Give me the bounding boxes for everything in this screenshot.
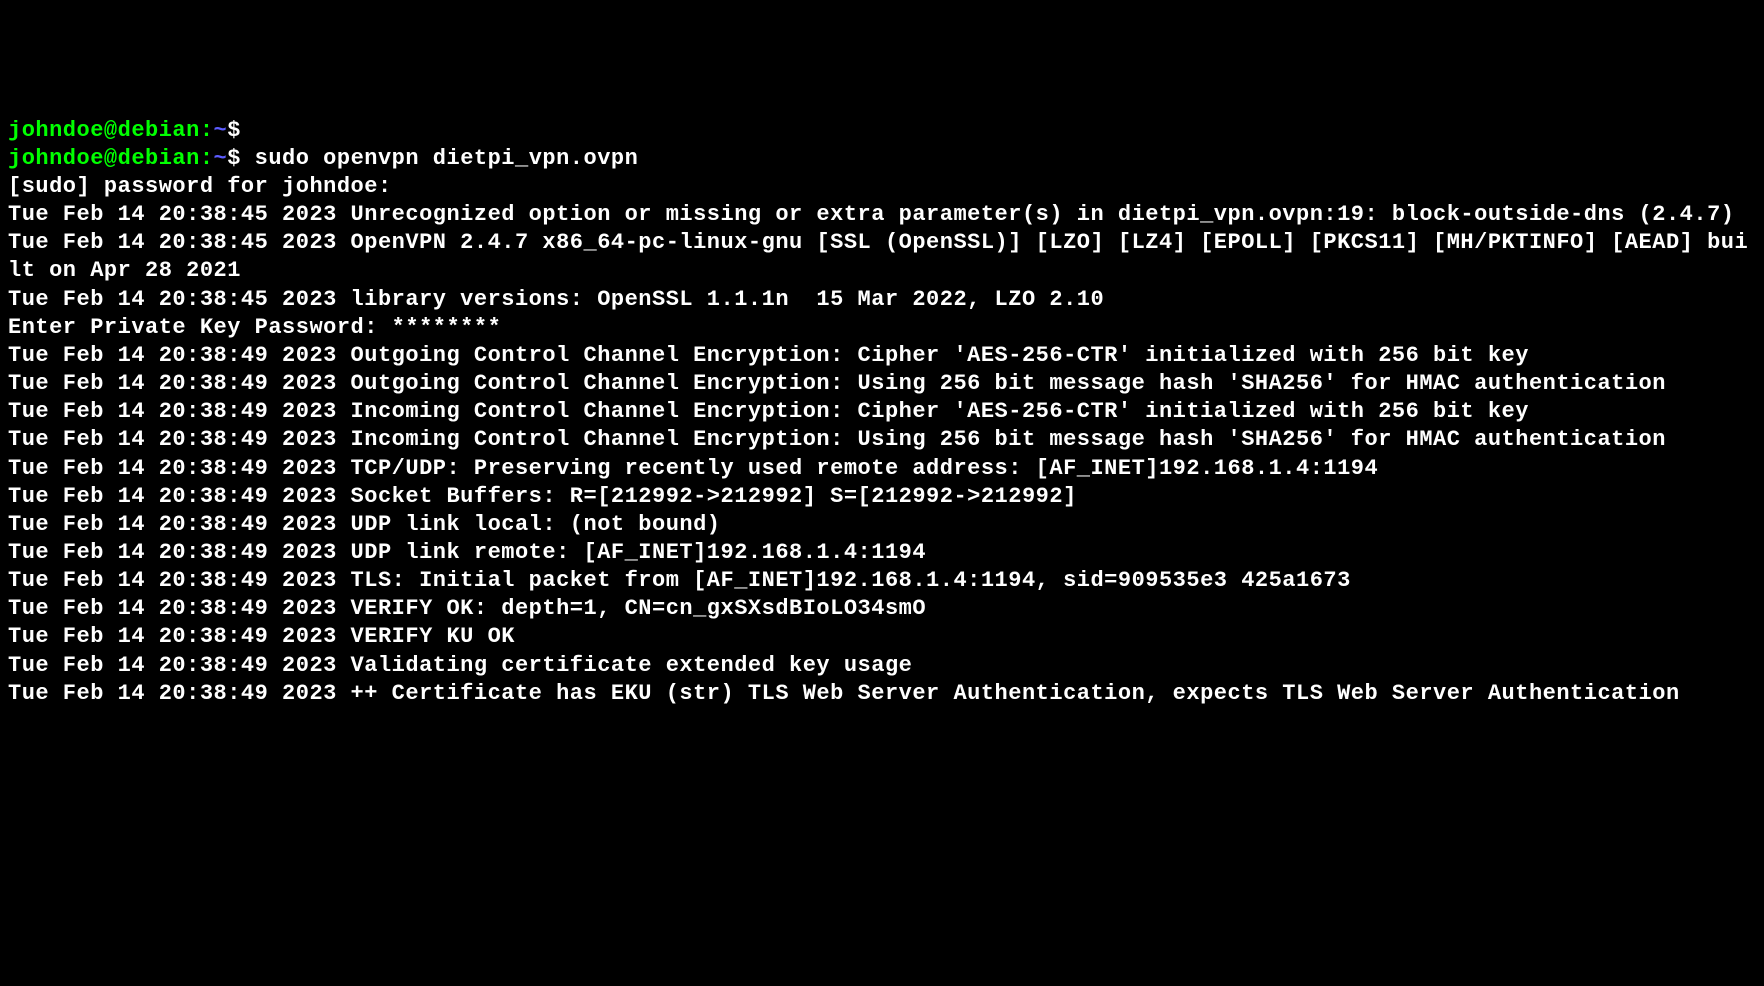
output-line: Tue Feb 14 20:38:45 2023 library version…	[8, 286, 1756, 314]
output-line: Tue Feb 14 20:38:49 2023 UDP link remote…	[8, 539, 1756, 567]
prompt-symbol: $	[227, 118, 254, 143]
prompt-separator: :	[200, 146, 214, 171]
output-line: Tue Feb 14 20:38:49 2023 UDP link local:…	[8, 511, 1756, 539]
prompt-user-host: johndoe@debian	[8, 118, 200, 143]
output-line: Tue Feb 14 20:38:45 2023 OpenVPN 2.4.7 x…	[8, 229, 1756, 285]
output-line: Tue Feb 14 20:38:49 2023 TLS: Initial pa…	[8, 567, 1756, 595]
output-line: Tue Feb 14 20:38:49 2023 Outgoing Contro…	[8, 342, 1756, 370]
output-line: Tue Feb 14 20:38:49 2023 Socket Buffers:…	[8, 483, 1756, 511]
prompt-cwd: ~	[214, 146, 228, 171]
output-line: Tue Feb 14 20:38:49 2023 Incoming Contro…	[8, 426, 1756, 454]
output-line: Tue Feb 14 20:38:45 2023 Unrecognized op…	[8, 201, 1756, 229]
output-line: Tue Feb 14 20:38:49 2023 Outgoing Contro…	[8, 370, 1756, 398]
prompt-symbol: $	[227, 146, 254, 171]
prompt-user-host: johndoe@debian	[8, 146, 200, 171]
prompt-separator: :	[200, 118, 214, 143]
terminal-window[interactable]: johndoe@debian:~$ johndoe@debian:~$ sudo…	[8, 117, 1756, 708]
output-line: Tue Feb 14 20:38:49 2023 VERIFY OK: dept…	[8, 595, 1756, 623]
output-line: Tue Feb 14 20:38:49 2023 Validating cert…	[8, 652, 1756, 680]
prompt-line: johndoe@debian:~$	[8, 117, 1756, 145]
output-line: Tue Feb 14 20:38:49 2023 Incoming Contro…	[8, 398, 1756, 426]
output-line: Tue Feb 14 20:38:49 2023 ++ Certificate …	[8, 680, 1756, 708]
output-line: [sudo] password for johndoe:	[8, 173, 1756, 201]
prompt-line: johndoe@debian:~$ sudo openvpn dietpi_vp…	[8, 145, 1756, 173]
output-line: Tue Feb 14 20:38:49 2023 VERIFY KU OK	[8, 623, 1756, 651]
prompt-cwd: ~	[214, 118, 228, 143]
output-line: Tue Feb 14 20:38:49 2023 TCP/UDP: Preser…	[8, 455, 1756, 483]
output-line: Enter Private Key Password: ********	[8, 314, 1756, 342]
command-text: sudo openvpn dietpi_vpn.ovpn	[255, 146, 639, 171]
